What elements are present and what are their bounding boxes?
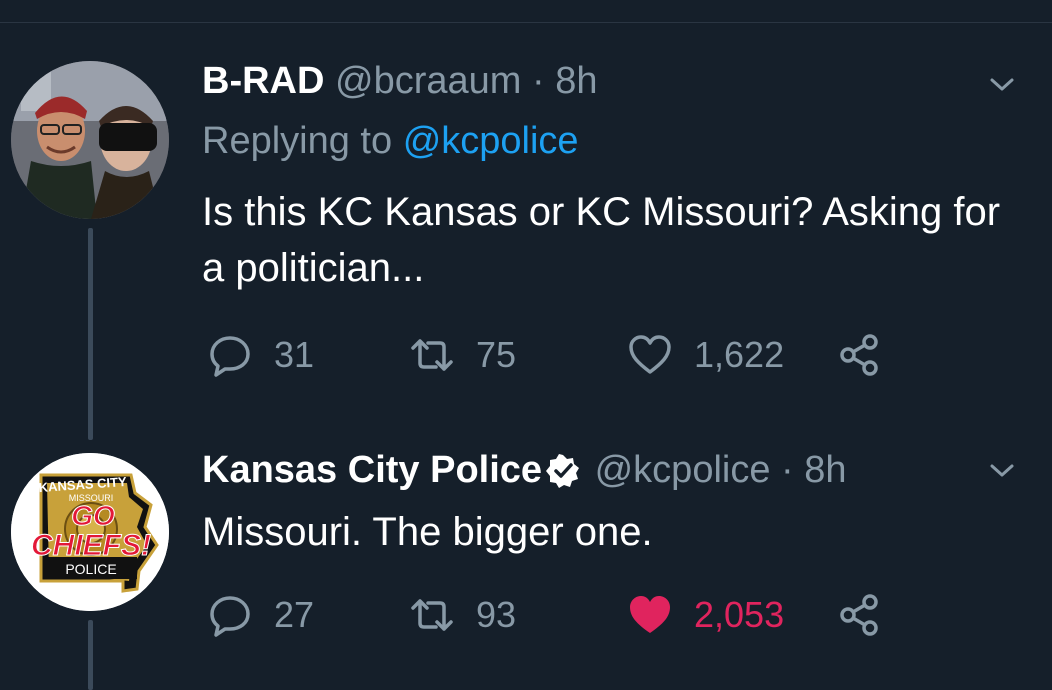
replying-to-handle-link[interactable]: @kcpolice	[403, 120, 579, 162]
user-handle[interactable]: @bcraaum	[335, 60, 521, 102]
like-count: 2,053	[694, 594, 785, 635]
tweet-text: Is this KC Kansas or KC Missouri? Asking…	[202, 190, 1001, 290]
share-button[interactable]	[838, 590, 882, 640]
separator-dot: ·	[781, 449, 794, 491]
replying-to: Replying to @kcpolice	[202, 118, 579, 164]
tweet-actions: 27 93 2,053	[202, 590, 922, 640]
display-name[interactable]: B-RAD	[202, 60, 324, 102]
avatar-text-go: GO	[71, 500, 115, 531]
share-icon	[840, 594, 878, 636]
reply-count: 31	[274, 334, 315, 375]
retweet-icon	[411, 599, 453, 631]
user-handle[interactable]: @kcpolice	[595, 449, 771, 491]
chevron-down-icon[interactable]	[986, 454, 1018, 486]
reply-icon	[210, 596, 250, 637]
heart-icon	[629, 335, 671, 374]
police-badge-logo: KANSAS CITY MISSOURI GO CHIEFS! POLICE	[11, 453, 169, 611]
reply-count: 27	[274, 594, 315, 635]
avatar-text-chiefs: CHIEFS!	[31, 529, 151, 562]
replying-to-label: Replying to	[202, 120, 393, 162]
reply-button[interactable]: 31	[208, 330, 314, 380]
heart-filled-icon	[630, 596, 670, 633]
share-icon	[840, 334, 878, 376]
chevron-down-icon[interactable]	[986, 68, 1018, 100]
avatar-kcpolice[interactable]: KANSAS CITY MISSOURI GO CHIEFS! POLICE	[11, 453, 169, 611]
thread-line	[88, 228, 93, 440]
retweet-count: 93	[476, 594, 517, 635]
separator-dot: ·	[531, 60, 545, 102]
tweet-bcraaum[interactable]: B-RAD @bcraaum · 8h Replying to @kcpolic…	[0, 0, 1052, 440]
timestamp[interactable]: 8h	[555, 60, 597, 102]
reply-icon	[210, 336, 250, 377]
tweet-header: B-RAD @bcraaum · 8h	[202, 59, 597, 103]
reply-button[interactable]: 27	[208, 590, 314, 640]
tweet-text: Missouri. The bigger one.	[202, 510, 653, 554]
avatar-text-bottom: POLICE	[65, 561, 116, 577]
retweet-count: 75	[476, 334, 517, 375]
like-button[interactable]: 1,622	[628, 330, 784, 380]
verified-badge-icon	[546, 454, 580, 488]
retweet-button[interactable]: 75	[410, 330, 516, 380]
avatar-bcraaum[interactable]	[11, 61, 169, 219]
like-count: 1,622	[694, 334, 785, 375]
thread-line	[88, 620, 93, 690]
like-button[interactable]: 2,053	[628, 590, 784, 640]
retweet-icon	[411, 339, 453, 371]
tweet-actions: 31 75 1,622	[202, 330, 922, 380]
timestamp[interactable]: 8h	[804, 449, 846, 491]
tweet-kcpolice[interactable]: KANSAS CITY MISSOURI GO CHIEFS! POLICE K…	[0, 430, 1052, 690]
display-name[interactable]: Kansas City Police	[202, 449, 542, 491]
share-button[interactable]	[838, 330, 882, 380]
tweet-header: Kansas City Police @kcpolice · 8h	[202, 448, 847, 492]
retweet-button[interactable]: 93	[410, 590, 516, 640]
